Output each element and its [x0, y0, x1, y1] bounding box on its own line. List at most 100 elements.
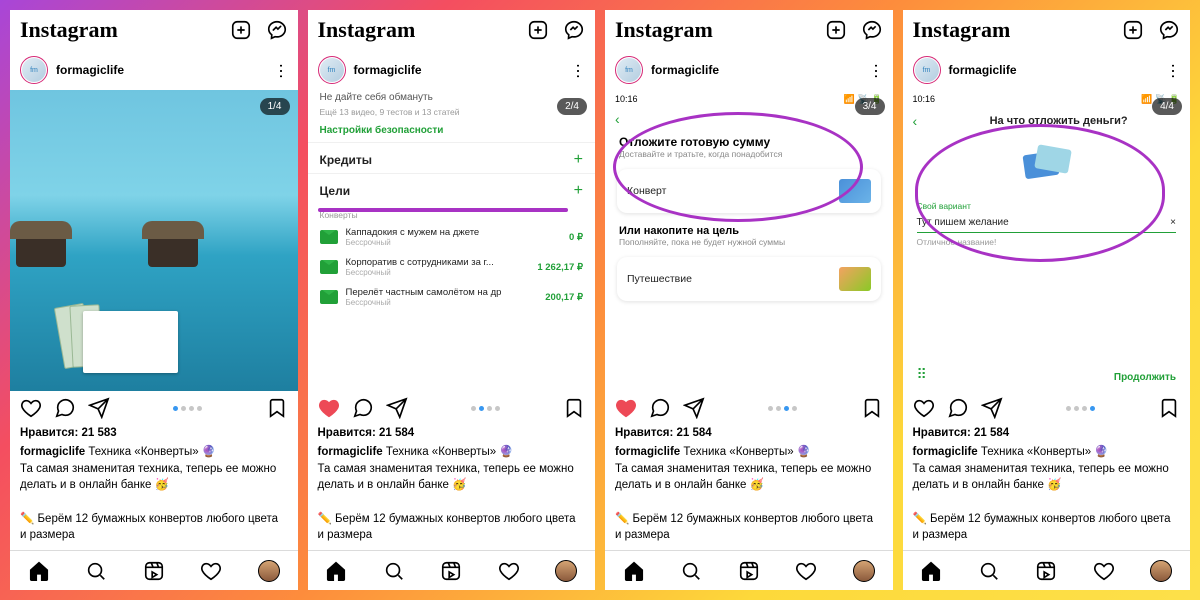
save-icon[interactable]	[861, 397, 883, 419]
nav-activity-icon[interactable]	[200, 560, 222, 582]
back-chevron-icon[interactable]: ‹	[903, 111, 928, 131]
nav-home-icon[interactable]	[623, 560, 645, 582]
comment-icon[interactable]	[947, 397, 969, 419]
nav-activity-icon[interactable]	[1093, 560, 1115, 582]
instagram-logo[interactable]: Instagram	[20, 17, 118, 43]
likes-count[interactable]: Нравится: 21 583	[20, 425, 288, 442]
nav-home-icon[interactable]	[28, 560, 50, 582]
input-hint: Отличное название!	[903, 235, 1191, 249]
app-question: На что отложить деньги?	[927, 109, 1190, 133]
post-username[interactable]: formagiclife	[949, 63, 1159, 77]
new-post-icon[interactable]	[527, 19, 549, 41]
comment-icon[interactable]	[649, 397, 671, 419]
share-icon[interactable]	[683, 397, 705, 419]
comment-icon[interactable]	[352, 397, 374, 419]
likes-count[interactable]: Нравится: 21 584	[615, 425, 883, 442]
nav-reels-icon[interactable]	[143, 560, 165, 582]
post-menu-icon[interactable]: ⋯	[271, 63, 291, 77]
nav-search-icon[interactable]	[680, 560, 702, 582]
nav-reels-icon[interactable]	[440, 560, 462, 582]
app-title-2: Или накопите на цель	[605, 219, 893, 237]
new-post-icon[interactable]	[825, 19, 847, 41]
phone-frame-2: Instagram fm formagiclife ⋯ 2/4 Не дайте…	[308, 10, 596, 590]
nav-profile-avatar[interactable]	[853, 560, 875, 582]
post-username[interactable]: formagiclife	[56, 63, 266, 77]
post-media[interactable]: 3/4 10:16📶 📡 🔋 ‹ Отложите готовую сумму …	[605, 90, 893, 391]
envelopes-illustration	[1016, 137, 1076, 193]
plus-icon[interactable]: +	[574, 151, 583, 169]
carousel-counter: 4/4	[1152, 98, 1182, 115]
input-label: Свой вариант	[903, 197, 1191, 211]
post-media[interactable]: 1/4	[10, 90, 298, 391]
app-subtext: Ещё 13 видео, 9 тестов и 13 статей	[308, 105, 596, 119]
profile-avatar[interactable]: fm	[318, 56, 346, 84]
wish-input[interactable]: Тут пишем желание×	[917, 213, 1177, 233]
nav-search-icon[interactable]	[383, 560, 405, 582]
like-icon[interactable]	[20, 397, 42, 419]
goal-item[interactable]: Каппадокия с мужем на джетеБессрочный0 ₽	[308, 222, 596, 252]
likes-count[interactable]: Нравится: 21 584	[318, 425, 586, 442]
instagram-logo[interactable]: Instagram	[615, 17, 713, 43]
save-icon[interactable]	[1158, 397, 1180, 419]
nav-reels-icon[interactable]	[738, 560, 760, 582]
share-icon[interactable]	[981, 397, 1003, 419]
messenger-icon[interactable]	[563, 19, 585, 41]
post-caption: Нравится: 21 584 formagiclife Техника «К…	[903, 425, 1191, 550]
messenger-icon[interactable]	[1158, 19, 1180, 41]
post-media[interactable]: 4/4 10:16📶 📡 🔋 ‹На что отложить деньги? …	[903, 90, 1191, 391]
post-menu-icon[interactable]: ⋯	[568, 63, 588, 77]
travel-card[interactable]: Путешествие	[617, 257, 881, 301]
app-section-credits[interactable]: Кредиты+	[308, 142, 596, 173]
new-post-icon[interactable]	[1122, 19, 1144, 41]
likes-count[interactable]: Нравится: 21 584	[913, 425, 1181, 442]
nav-home-icon[interactable]	[920, 560, 942, 582]
post-caption: Нравится: 21 583 formagiclife Техника «К…	[10, 425, 298, 550]
save-icon[interactable]	[266, 397, 288, 419]
back-chevron-icon[interactable]: ‹	[605, 109, 893, 129]
carousel-counter: 2/4	[557, 98, 587, 115]
instagram-logo[interactable]: Instagram	[913, 17, 1011, 43]
app-security-link[interactable]: Настройки безопасности	[308, 119, 596, 142]
envelope-card[interactable]: Конверт	[617, 169, 881, 213]
clear-icon[interactable]: ×	[1170, 217, 1176, 228]
envelope-icon	[320, 290, 338, 304]
post-username[interactable]: formagiclife	[354, 63, 564, 77]
new-post-icon[interactable]	[230, 19, 252, 41]
app-section-goals[interactable]: Цели+	[308, 173, 596, 204]
plus-icon[interactable]: +	[574, 182, 583, 200]
nav-search-icon[interactable]	[85, 560, 107, 582]
save-icon[interactable]	[563, 397, 585, 419]
nav-home-icon[interactable]	[325, 560, 347, 582]
profile-avatar[interactable]: fm	[20, 56, 48, 84]
nav-reels-icon[interactable]	[1035, 560, 1057, 582]
share-icon[interactable]	[386, 397, 408, 419]
app-title: Отложите готовую сумму	[605, 129, 893, 149]
post-username[interactable]: formagiclife	[651, 63, 861, 77]
nav-search-icon[interactable]	[978, 560, 1000, 582]
goal-item[interactable]: Корпоратив с сотрудниками за г...Бессроч…	[308, 252, 596, 282]
like-icon[interactable]	[913, 397, 935, 419]
nav-profile-avatar[interactable]	[1150, 560, 1172, 582]
continue-button[interactable]: Продолжить	[1114, 372, 1176, 383]
grid-icon[interactable]: ⠿	[917, 366, 927, 383]
post-menu-icon[interactable]: ⋯	[866, 63, 886, 77]
profile-avatar[interactable]: fm	[615, 56, 643, 84]
post-menu-icon[interactable]: ⋯	[1163, 63, 1183, 77]
nav-activity-icon[interactable]	[795, 560, 817, 582]
messenger-icon[interactable]	[861, 19, 883, 41]
nav-activity-icon[interactable]	[498, 560, 520, 582]
share-icon[interactable]	[88, 397, 110, 419]
like-icon[interactable]	[615, 397, 637, 419]
nav-profile-avatar[interactable]	[258, 560, 280, 582]
post-media[interactable]: 2/4 Не дайте себя обмануть Ещё 13 видео,…	[308, 90, 596, 391]
carousel-counter: 1/4	[260, 98, 290, 115]
messenger-icon[interactable]	[266, 19, 288, 41]
like-icon[interactable]	[318, 397, 340, 419]
nav-profile-avatar[interactable]	[555, 560, 577, 582]
comment-icon[interactable]	[54, 397, 76, 419]
goal-item[interactable]: Перелёт частным самолётом на дрБессрочны…	[308, 282, 596, 312]
profile-avatar[interactable]: fm	[913, 56, 941, 84]
phone-frame-4: Instagram fm formagiclife ⋯ 4/4 10:16📶 📡…	[903, 10, 1191, 590]
instagram-logo[interactable]: Instagram	[318, 17, 416, 43]
travel-card-icon	[839, 267, 871, 291]
